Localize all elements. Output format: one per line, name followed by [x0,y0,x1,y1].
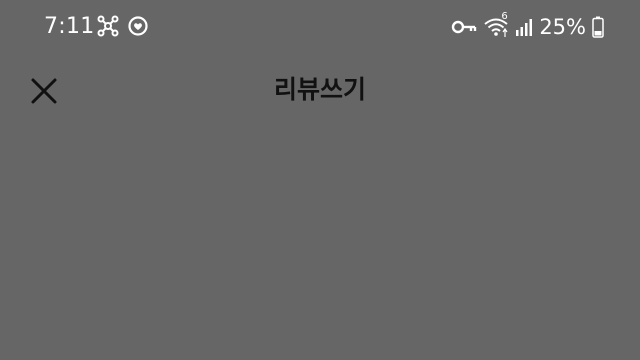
wifi-badge: 6 [501,11,508,22]
status-bar: 7:11 6 25% [0,0,640,52]
status-left-icons [97,15,149,37]
wifi-icon: 6 [483,12,509,38]
app-bar: 리뷰쓰기 [0,60,640,120]
status-time: 7:11 [44,14,95,39]
signal-icon [515,17,533,37]
network-hub-icon [97,15,119,37]
heart-circle-icon [127,15,149,37]
battery-percent: 25% [539,15,586,39]
battery-icon [592,16,604,38]
content-area [0,120,640,360]
key-icon [451,17,477,37]
status-right-icons: 6 25% [451,12,604,41]
page-title: 리뷰쓰기 [273,75,366,104]
